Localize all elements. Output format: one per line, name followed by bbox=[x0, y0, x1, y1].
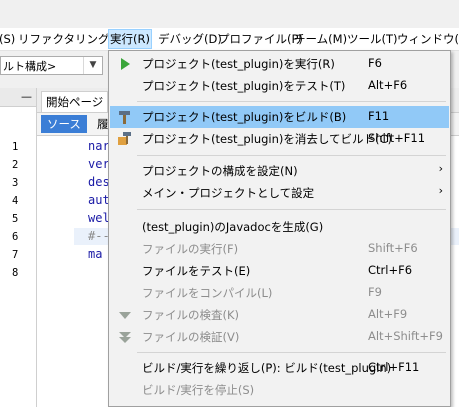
minimize-icon[interactable]: — bbox=[21, 90, 32, 103]
submenu-arrow-icon: › bbox=[438, 184, 443, 197]
menu-window[interactable]: ウィンドウ(W) bbox=[397, 31, 459, 47]
submenu-arrow-icon: › bbox=[438, 162, 443, 175]
menu-item-set-main-project[interactable]: メイン・プロジェクトとして設定 › bbox=[110, 182, 449, 204]
line-number: 2 bbox=[12, 159, 19, 171]
menu-item-generate-javadoc[interactable]: (test_plugin)のJavadocを生成(G) bbox=[110, 216, 449, 238]
validate-file-icon bbox=[119, 332, 131, 343]
menu-item-run-file[interactable]: ファイルの実行(F) Shift+F6 bbox=[110, 238, 449, 260]
menu-bar: (S) リファクタリング(A) 実行(R) デバッグ(D) プロファイル(P) … bbox=[0, 28, 459, 51]
menu-item-run-project[interactable]: プロジェクト(test_plugin)を実行(R) F6 bbox=[110, 53, 449, 75]
hammer-icon bbox=[119, 111, 130, 124]
menu-item-repeat-build-run[interactable]: ビルド/実行を繰り返し(P): ビルド(test_plugin) Ctrl+F1… bbox=[110, 357, 449, 379]
line-number: 6 bbox=[12, 231, 19, 243]
menu-item-set-configuration[interactable]: プロジェクトの構成を設定(N) › bbox=[110, 160, 449, 182]
menu-team[interactable]: チーム(M) bbox=[294, 31, 347, 47]
menu-item-clean-build[interactable]: プロジェクト(test_plugin)を消去してビルド(C) Shift+F11 bbox=[110, 128, 449, 150]
menu-item-test-project[interactable]: プロジェクト(test_plugin)をテスト(T) Alt+F6 bbox=[110, 75, 449, 97]
menu-source[interactable]: (S) bbox=[0, 31, 15, 47]
projects-panel-header: — bbox=[0, 88, 36, 107]
menu-separator bbox=[137, 101, 446, 102]
code-line[interactable]: ver bbox=[88, 157, 110, 171]
line-number: 8 bbox=[12, 267, 19, 279]
menu-separator bbox=[137, 209, 446, 210]
run-menu: プロジェクト(test_plugin)を実行(R) F6 プロジェクト(test… bbox=[108, 50, 451, 407]
menu-item-compile-file[interactable]: ファイルをコンパイル(L) F9 bbox=[110, 282, 449, 304]
menu-separator bbox=[137, 155, 446, 156]
menu-profile[interactable]: プロファイル(P) bbox=[218, 31, 303, 47]
line-number: 3 bbox=[12, 177, 19, 189]
configuration-value: ルト構成> bbox=[3, 60, 57, 73]
menu-run[interactable]: 実行(R) bbox=[108, 29, 152, 49]
code-line[interactable]: #-- bbox=[88, 229, 110, 243]
tab-start-page[interactable]: 開始ページ bbox=[41, 91, 109, 112]
menu-item-build-project[interactable]: プロジェクト(test_plugin)をビルド(B) F11 bbox=[110, 106, 449, 128]
menu-item-stop-build-run[interactable]: ビルド/実行を停止(S) bbox=[110, 379, 449, 401]
line-number: 4 bbox=[12, 195, 19, 207]
menu-debug[interactable]: デバッグ(D) bbox=[158, 31, 222, 47]
code-line[interactable]: des bbox=[88, 175, 110, 189]
code-line[interactable]: aut bbox=[88, 193, 110, 207]
line-number: 1 bbox=[12, 141, 19, 153]
code-line[interactable]: ma bbox=[88, 247, 102, 261]
menu-tools[interactable]: ツール(T) bbox=[347, 31, 398, 47]
chevron-down-icon[interactable]: ▼ bbox=[83, 57, 102, 74]
toolbar: ルト構成> ▼ bbox=[0, 51, 110, 79]
subtab-source[interactable]: ソース bbox=[41, 115, 87, 133]
menu-item-check-file[interactable]: ファイルの検査(K) Alt+F9 bbox=[110, 304, 449, 326]
clean-build-icon bbox=[118, 132, 131, 145]
line-number: 7 bbox=[12, 249, 19, 261]
code-line[interactable]: nar bbox=[88, 139, 110, 153]
menu-item-test-file[interactable]: ファイルをテスト(E) Ctrl+F6 bbox=[110, 260, 449, 282]
code-line[interactable]: wel bbox=[88, 211, 110, 225]
check-file-icon bbox=[119, 312, 131, 319]
configuration-select[interactable]: ルト構成> ▼ bbox=[0, 56, 103, 75]
projects-panel bbox=[0, 88, 37, 407]
menu-separator bbox=[137, 352, 446, 353]
menu-item-validate-file[interactable]: ファイルの検証(V) Alt+Shift+F9 bbox=[110, 326, 449, 348]
line-number-gutter bbox=[37, 136, 74, 407]
line-number: 5 bbox=[12, 213, 19, 225]
run-icon bbox=[121, 58, 130, 70]
